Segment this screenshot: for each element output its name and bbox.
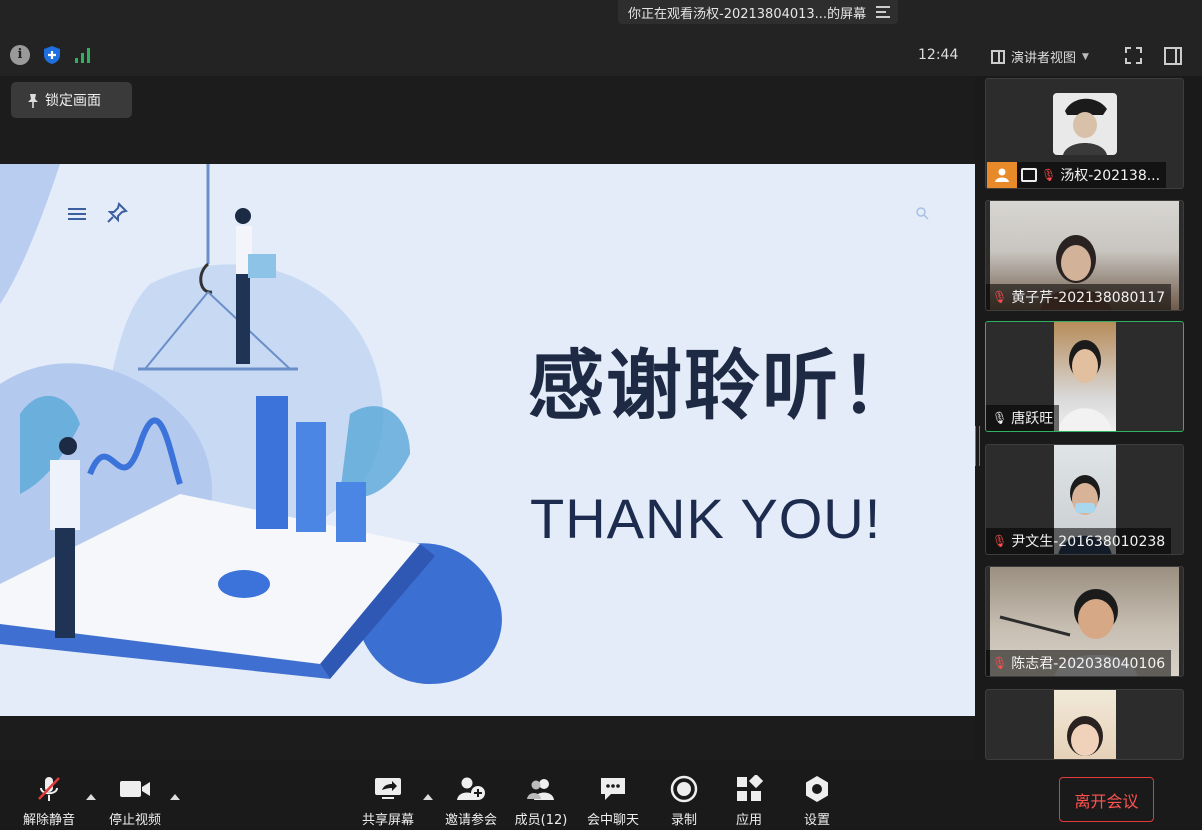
mic-muted-icon: 🎙 bbox=[1041, 168, 1057, 182]
slide-illustration bbox=[0, 164, 502, 684]
layout-icon bbox=[991, 49, 1005, 64]
mic-muted-icon: 🎙 bbox=[992, 534, 1008, 548]
gear-icon bbox=[803, 775, 831, 803]
video-options-caret-icon[interactable] bbox=[170, 794, 180, 800]
apps-button[interactable]: 应用 bbox=[733, 775, 765, 828]
viewing-share-indicator[interactable]: 你正在观看汤权-20213804013...的屏幕 bbox=[618, 0, 899, 24]
chat-label: 会中聊天 bbox=[586, 813, 639, 828]
apps-grid-icon bbox=[735, 775, 763, 803]
video-camera-icon bbox=[119, 775, 151, 803]
chevron-down-icon: ▼ bbox=[1082, 51, 1089, 62]
invite-button[interactable]: 邀请参会 bbox=[443, 775, 499, 828]
menu-lines-icon[interactable] bbox=[876, 6, 891, 18]
screen-share-icon bbox=[1021, 168, 1037, 182]
participant-tile[interactable] bbox=[985, 689, 1184, 760]
participant-name-bar: 🎙 尹文生-201638010238 bbox=[986, 528, 1172, 554]
share-screen-label: 共享屏幕 bbox=[361, 813, 414, 828]
participant-tile[interactable]: 🎙 陈志君-202038040106 bbox=[985, 566, 1184, 677]
participant-name-bar: 🎙 汤权-202138... bbox=[987, 162, 1167, 188]
lock-screen-label: 锁定画面 bbox=[45, 93, 101, 109]
participant-name: 汤权-202138... bbox=[1060, 168, 1161, 184]
settings-button[interactable]: 设置 bbox=[801, 775, 833, 828]
participant-name: 尹文生-201638010238 bbox=[1011, 534, 1166, 550]
video-frame bbox=[1058, 340, 1112, 431]
settings-label: 设置 bbox=[803, 813, 830, 828]
mic-muted-icon: 🎙 bbox=[992, 290, 1008, 304]
stop-video-label: 停止视频 bbox=[108, 813, 161, 828]
record-button[interactable]: 录制 bbox=[668, 775, 700, 828]
unmute-label: 解除静音 bbox=[22, 813, 75, 828]
shield-icon[interactable] bbox=[43, 45, 61, 65]
audio-options-caret-icon[interactable] bbox=[86, 794, 96, 800]
participant-name-bar: 🎙 唐跃旺 bbox=[986, 405, 1060, 431]
invite-label: 邀请参会 bbox=[444, 813, 497, 828]
participant-video bbox=[1054, 690, 1116, 759]
mic-icon: 🎙 bbox=[992, 411, 1008, 425]
participant-video bbox=[1054, 322, 1116, 431]
meeting-clock: 12:44 bbox=[918, 47, 959, 63]
chat-button[interactable]: 会中聊天 bbox=[585, 775, 641, 828]
participant-name: 黄子芹-20213808011​7 bbox=[1011, 290, 1166, 306]
share-options-caret-icon[interactable] bbox=[423, 794, 433, 800]
record-icon bbox=[670, 775, 698, 803]
participant-name: 唐跃旺 bbox=[1011, 411, 1054, 427]
participant-avatar bbox=[1053, 93, 1117, 155]
info-icon[interactable]: i bbox=[10, 45, 30, 65]
shared-screen-stage: 感谢聆听！ THANK YOU! bbox=[0, 76, 975, 760]
signal-strength-icon[interactable] bbox=[74, 46, 92, 64]
slide-menu-icon[interactable] bbox=[68, 208, 86, 220]
top-notification-bar: 你正在观看汤权-20213804013...的屏幕 bbox=[0, 0, 1202, 36]
participant-name-bar: 🎙 陈志君-202038040106 bbox=[986, 650, 1172, 676]
participant-tile[interactable]: 🎙 汤权-202138... bbox=[985, 78, 1184, 189]
sidebar-toggle-icon[interactable] bbox=[1164, 47, 1182, 65]
participant-tile[interactable]: 🎙 黄子芹-20213808011​7 bbox=[985, 200, 1184, 311]
meeting-toolbar: 解除静音 停止视频 共享屏幕 邀请参会 成员(12) 会中聊天 录制 应用 设置… bbox=[0, 760, 1202, 830]
members-icon bbox=[526, 775, 556, 803]
viewing-share-text: 你正在观看汤权-20213804013...的屏幕 bbox=[628, 6, 867, 22]
members-label: 成员(12) bbox=[514, 813, 568, 828]
unmute-button[interactable]: 解除静音 bbox=[22, 775, 76, 828]
participant-tile-active-speaker[interactable]: 🎙 唐跃旺 bbox=[985, 321, 1184, 432]
slide-pin-icon[interactable] bbox=[106, 202, 128, 224]
participant-name: 陈志君-202038040106 bbox=[1011, 656, 1166, 672]
panel-resize-handle[interactable] bbox=[975, 426, 980, 466]
avatar-image bbox=[1063, 98, 1107, 155]
lock-screen-button[interactable]: 锁定画面 bbox=[11, 82, 132, 118]
meeting-header: i 12:44 bbox=[0, 36, 975, 76]
participant-name-bar: 🎙 黄子芹-20213808011​7 bbox=[986, 284, 1172, 310]
slide-subtitle: THANK YOU! bbox=[530, 487, 882, 550]
members-button[interactable]: 成员(12) bbox=[513, 775, 569, 828]
slide-title: 感谢聆听！ bbox=[528, 341, 918, 430]
record-label: 录制 bbox=[670, 813, 697, 828]
view-controls: 演讲者视图 ▼ bbox=[975, 36, 1202, 76]
mic-muted-icon bbox=[36, 775, 62, 803]
chat-bubble-icon bbox=[599, 775, 627, 803]
add-user-icon bbox=[456, 775, 486, 803]
view-mode-dropdown[interactable]: 演讲者视图 ▼ bbox=[991, 47, 1089, 66]
host-icon bbox=[987, 162, 1017, 188]
share-screen-icon bbox=[374, 775, 402, 803]
video-frame bbox=[1067, 716, 1103, 756]
leave-meeting-button[interactable]: 离开会议 bbox=[1059, 777, 1154, 822]
fullscreen-icon[interactable] bbox=[1125, 47, 1142, 64]
participant-tile[interactable]: 🎙 尹文生-201638010238 bbox=[985, 444, 1184, 555]
view-mode-label: 演讲者视图 bbox=[1011, 51, 1077, 66]
stop-video-button[interactable]: 停止视频 bbox=[107, 775, 163, 828]
presentation-slide: 感谢聆听！ THANK YOU! bbox=[0, 164, 975, 716]
pin-icon bbox=[28, 93, 38, 108]
mic-muted-icon: 🎙 bbox=[992, 656, 1008, 670]
share-screen-button[interactable]: 共享屏幕 bbox=[360, 775, 416, 828]
apps-label: 应用 bbox=[735, 813, 762, 828]
slide-search-icon[interactable] bbox=[915, 206, 929, 220]
